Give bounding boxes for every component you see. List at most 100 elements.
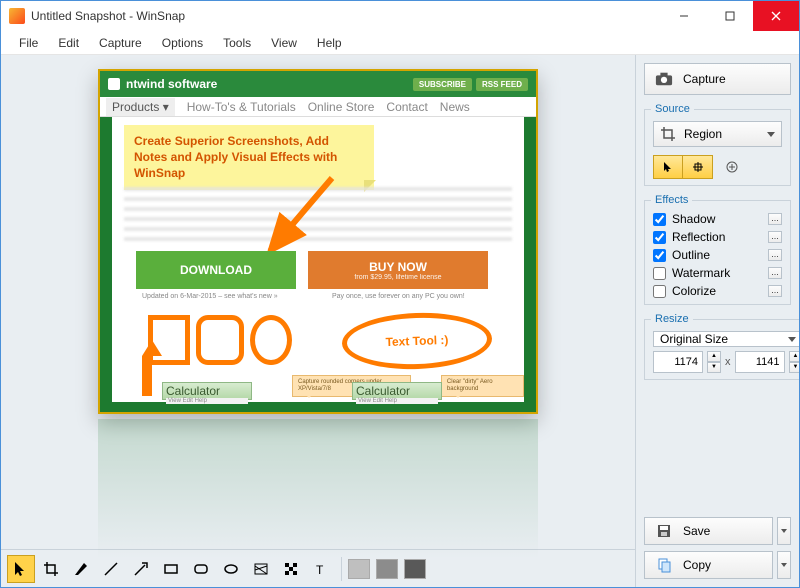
subscribe-pill: SUBSCRIBE [413,78,472,91]
copy-icon [655,557,673,573]
updated-text: Updated on 6-Mar-2015 – see what's new » [142,293,278,300]
save-dropdown[interactable] [777,517,791,545]
menu-options[interactable]: Options [152,33,213,53]
page-body: Create Superior Screenshots, Add Notes a… [112,117,524,402]
copy-label: Copy [683,558,711,572]
chevron-down-icon [767,132,775,137]
mode-more[interactable] [719,155,745,179]
text-tool-annotation: Text Tool :) [341,310,493,371]
effect-watermark[interactable]: Watermark… [653,266,782,280]
window-title: Untitled Snapshot - WinSnap [31,9,661,23]
menu-capture[interactable]: Capture [89,33,152,53]
body-area: ntwind software SUBSCRIBE RSS FEED Produ… [1,55,799,587]
width-spinner[interactable]: ▲▼ [707,351,721,373]
app-window: Untitled Snapshot - WinSnap File Edit Ca… [0,0,800,588]
captured-screenshot: ntwind software SUBSCRIBE RSS FEED Produ… [98,69,538,414]
save-icon [655,523,673,539]
mini-windows: CalculatorView Edit Help CalculatorView … [162,382,442,400]
height-input[interactable] [735,351,785,373]
width-input[interactable] [653,351,703,373]
rss-pill: RSS FEED [476,78,528,91]
effect-outline-checkbox[interactable] [653,249,666,262]
capture-label: Capture [683,72,726,86]
nav-news: News [440,100,470,114]
effect-reflection-options[interactable]: … [768,231,782,243]
nav-products: Products ▾ [106,98,175,116]
download-button: DOWNLOAD [136,251,296,289]
region-icon [660,126,676,142]
source-value: Region [684,127,759,141]
close-button[interactable] [753,1,799,31]
callout-2: Clear "dirty" Aero background [441,375,524,397]
reflection-effect [98,419,538,559]
crop-tool[interactable] [37,555,65,583]
menu-edit[interactable]: Edit [48,33,89,53]
color-swatch-2[interactable] [376,559,398,579]
mini-window-1: CalculatorView Edit Help [162,382,252,400]
effect-shadow-options[interactable]: … [768,213,782,225]
effect-outline-options[interactable]: … [768,249,782,261]
resize-dropdown[interactable]: Original Size [653,331,799,347]
svg-text:T: T [316,563,324,577]
effect-colorize-options[interactable]: … [768,285,782,297]
color-swatch-1[interactable] [348,559,370,579]
color-swatch-3[interactable] [404,559,426,579]
nav-store: Online Store [308,100,375,114]
save-button[interactable]: Save [644,517,773,545]
source-group: Source Region [644,103,791,186]
app-icon [9,8,25,24]
canvas[interactable]: ntwind software SUBSCRIBE RSS FEED Produ… [1,55,635,549]
buy-button: BUY NOWfrom $29.95, lifetime license [308,251,488,289]
source-mode-row [653,155,782,179]
pointer-tool[interactable] [7,555,35,583]
effect-colorize[interactable]: Colorize… [653,284,782,298]
arrow-annotation-icon [262,173,352,263]
height-spinner[interactable]: ▲▼ [789,351,800,373]
resize-value: Original Size [660,332,728,346]
effect-shadow[interactable]: Shadow… [653,212,782,226]
ellipse-shape-icon [250,315,292,365]
effect-watermark-checkbox[interactable] [653,267,666,280]
site-nav: Products ▾ How-To's & Tutorials Online S… [100,97,536,117]
effects-group: Effects Shadow… Reflection… Outline… Wat… [644,194,791,305]
effect-reflection[interactable]: Reflection… [653,230,782,244]
menu-help[interactable]: Help [307,33,352,53]
menu-tools[interactable]: Tools [213,33,261,53]
effect-watermark-options[interactable]: … [768,267,782,279]
canvas-column: ntwind software SUBSCRIBE RSS FEED Produ… [1,55,635,587]
pay-text: Pay once, use forever on any PC you own! [332,293,465,300]
site-name: ntwind software [126,77,217,91]
menu-file[interactable]: File [9,33,48,53]
effect-colorize-checkbox[interactable] [653,285,666,298]
maximize-button[interactable] [707,1,753,31]
titlebar: Untitled Snapshot - WinSnap [1,1,799,31]
side-panel: Capture Source Region [635,55,799,587]
resize-dimensions: ▲▼ x ▲▼ [653,351,799,373]
source-dropdown[interactable]: Region [653,121,782,147]
resize-legend: Resize [651,313,693,325]
camera-icon [655,71,673,87]
capture-button[interactable]: Capture [644,63,791,95]
copy-dropdown[interactable] [777,551,791,579]
window-controls [661,1,799,31]
nav-contact: Contact [386,100,427,114]
pen-tool[interactable] [67,555,95,583]
resize-group: Resize Original Size ▲▼ x ▲▼ [644,313,799,380]
minimize-button[interactable] [661,1,707,31]
site-logo-icon [108,78,120,90]
effect-shadow-checkbox[interactable] [653,213,666,226]
bottom-actions: Save Copy [644,517,791,579]
effects-legend: Effects [651,194,692,206]
source-legend: Source [651,103,694,115]
mode-cursor[interactable] [653,155,683,179]
copy-button[interactable]: Copy [644,551,773,579]
menu-view[interactable]: View [261,33,307,53]
mode-crosshair[interactable] [683,155,713,179]
mini-window-2: CalculatorView Edit Help [352,382,442,400]
rounded-rect-shape-icon [196,315,244,365]
effect-reflection-checkbox[interactable] [653,231,666,244]
effect-outline[interactable]: Outline… [653,248,782,262]
nav-howtos: How-To's & Tutorials [187,100,296,114]
annotation-shapes [142,315,292,365]
chevron-down-icon [788,337,796,342]
